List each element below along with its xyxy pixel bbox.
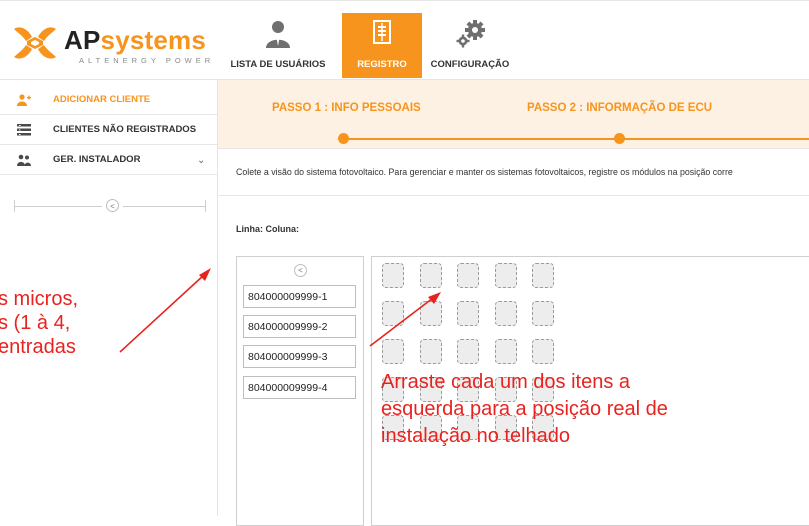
sidebar-collapse-button[interactable]: < bbox=[106, 199, 119, 212]
row-column-label: Linha: Coluna: bbox=[236, 224, 299, 234]
annotation-left-line: s micros, bbox=[0, 288, 78, 310]
roof-slot[interactable] bbox=[532, 339, 554, 364]
divider-line bbox=[123, 206, 206, 207]
roof-slot[interactable] bbox=[494, 339, 517, 364]
roof-slot[interactable] bbox=[457, 301, 479, 326]
brand-ap-text: AP bbox=[64, 25, 101, 55]
add-user-icon bbox=[17, 94, 31, 106]
roof-slot[interactable] bbox=[494, 263, 517, 288]
step-2-label[interactable]: PASSO 2 : INFORMAÇÃO DE ECU bbox=[527, 102, 712, 114]
roof-slot[interactable] bbox=[382, 339, 404, 364]
divider-cap bbox=[205, 200, 206, 212]
serial-item[interactable]: 804000009999-1 bbox=[243, 285, 356, 308]
annotation-left-line: s (1 à 4, bbox=[0, 312, 71, 334]
sidebar-item-label: GER. INSTALADOR bbox=[53, 154, 141, 165]
description-bar: Colete a visão do sistema fotovoltaico. … bbox=[218, 148, 809, 196]
divider-line bbox=[14, 206, 102, 207]
roof-slot[interactable] bbox=[419, 301, 442, 326]
users-icon bbox=[17, 154, 31, 166]
roof-slot[interactable] bbox=[532, 263, 554, 288]
apsystems-logo-mark bbox=[14, 27, 56, 59]
annotation-right-line: esquerda para a posição real de bbox=[381, 398, 668, 420]
roof-slot[interactable] bbox=[382, 301, 404, 326]
nav-configuracao[interactable]: CONFIGURAÇÃO bbox=[428, 13, 512, 78]
description-text: Colete a visão do sistema fotovoltaico. … bbox=[236, 167, 733, 177]
roof-slot[interactable] bbox=[457, 263, 479, 288]
nav-registro[interactable]: REGISTRO bbox=[342, 13, 422, 78]
step-2-dot bbox=[614, 133, 625, 144]
roof-slot[interactable] bbox=[532, 301, 554, 326]
chevron-down-icon: ⌄ bbox=[197, 155, 206, 166]
nav-lista-de-usuarios[interactable]: LISTA DE USUÁRIOS bbox=[222, 13, 334, 78]
brand-tagline: ALTENERGY POWER bbox=[79, 56, 215, 65]
step-1-label[interactable]: PASSO 1 : INFO PESSOAIS bbox=[272, 102, 421, 114]
serial-item[interactable]: 804000009999-2 bbox=[243, 315, 356, 338]
sidebar-item-adicionar-cliente[interactable]: ADICIONAR CLIENTE bbox=[0, 86, 217, 115]
top-header: APsystems ALTENERGY POWER LISTA DE USUÁR… bbox=[0, 0, 809, 80]
annotation-right-line: instalação no telhado bbox=[381, 425, 571, 447]
list-icon bbox=[17, 124, 31, 136]
serial-list-panel: < 804000009999-1 804000009999-2 80400000… bbox=[236, 256, 364, 526]
sidebar-item-clientes-nao-registrados[interactable]: CLIENTES NÃO REGISTRADOS bbox=[0, 116, 217, 145]
serial-item[interactable]: 804000009999-3 bbox=[243, 345, 356, 368]
registration-steps: PASSO 1 : INFO PESSOAIS PASSO 2 : INFORM… bbox=[218, 80, 809, 148]
sidebar-collapse-divider: < bbox=[14, 199, 206, 213]
roof-slot[interactable] bbox=[494, 301, 517, 326]
brand-name: APsystems bbox=[64, 26, 206, 54]
sidebar-item-ger-instalador[interactable]: GER. INSTALADOR ⌄ bbox=[0, 146, 217, 175]
nav-users-label: LISTA DE USUÁRIOS bbox=[230, 59, 326, 70]
user-icon bbox=[266, 21, 290, 48]
annotation-left-line: entradas bbox=[0, 336, 76, 358]
gears-icon bbox=[456, 20, 485, 48]
roof-slot[interactable] bbox=[419, 263, 442, 288]
step-progress-line bbox=[342, 138, 809, 140]
sidebar-item-label: ADICIONAR CLIENTE bbox=[53, 94, 151, 105]
sidebar-item-label: CLIENTES NÃO REGISTRADOS bbox=[53, 124, 197, 135]
serial-panel-collapse-button[interactable]: < bbox=[294, 264, 307, 277]
serial-item[interactable]: 804000009999-4 bbox=[243, 376, 356, 399]
nav-register-label: REGISTRO bbox=[357, 59, 407, 70]
step-1-dot bbox=[338, 133, 349, 144]
apsystems-logo[interactable]: APsystems ALTENERGY POWER bbox=[12, 23, 210, 67]
annotation-right-line: Arraste cada um dos itens a bbox=[381, 371, 631, 393]
roof-slot[interactable] bbox=[382, 263, 404, 288]
brand-systems-text: systems bbox=[100, 25, 207, 55]
register-form-icon bbox=[373, 20, 391, 44]
nav-config-label: CONFIGURAÇÃO bbox=[430, 59, 510, 70]
roof-slot[interactable] bbox=[419, 339, 442, 364]
roof-slot[interactable] bbox=[457, 339, 479, 364]
